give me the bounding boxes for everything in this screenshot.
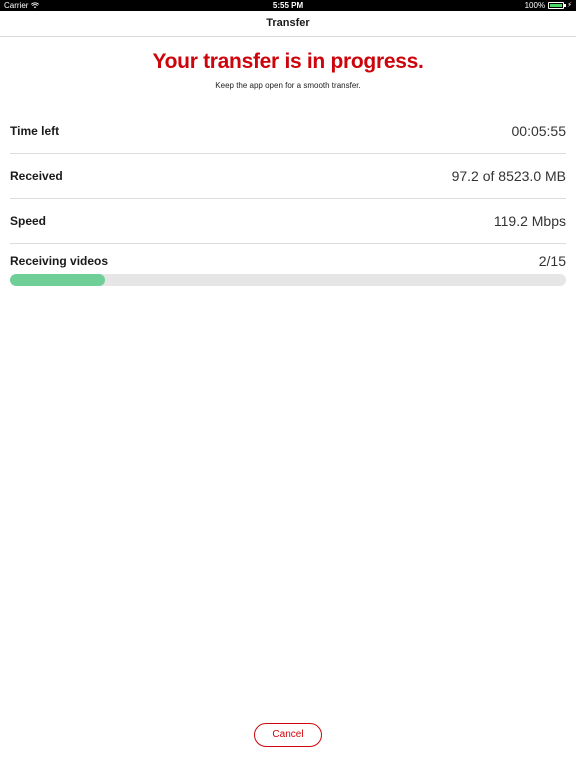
time-left-value: 00:05:55 [511, 123, 567, 139]
progress-label: Receiving videos [10, 254, 109, 268]
speed-value: 119.2 Mbps [493, 213, 566, 229]
nav-title: Transfer [266, 17, 310, 29]
speed-label: Speed [10, 214, 47, 228]
progress-count: 2/15 [538, 253, 566, 269]
time-left-label: Time left [10, 124, 60, 138]
progress-bar [10, 274, 566, 286]
speed-row: Speed 119.2 Mbps [10, 199, 566, 244]
battery-percent: 100% [524, 1, 546, 10]
charging-bolt-icon: ⚡ [567, 2, 572, 9]
transfer-headline: Your transfer is in progress. [152, 50, 424, 73]
battery-icon [548, 2, 567, 9]
received-value: 97.2 of 8523.0 MB [451, 168, 566, 184]
status-time: 5:55 PM [272, 1, 304, 10]
receiving-progress: Receiving videos 2/15 [10, 253, 566, 288]
progress-bar-fill [10, 274, 105, 286]
nav-bar: Transfer [0, 11, 576, 37]
transfer-subtext: Keep the app open for a smooth transfer. [215, 81, 361, 90]
time-left-row: Time left 00:05:55 [10, 109, 566, 154]
status-bar: Carrier 5:55 PM 100% ⚡ [0, 0, 576, 11]
received-row: Received 97.2 of 8523.0 MB [10, 154, 566, 199]
cancel-button[interactable]: Cancel [254, 723, 322, 747]
received-label: Received [10, 169, 63, 183]
status-right: 100% ⚡ [525, 0, 572, 11]
